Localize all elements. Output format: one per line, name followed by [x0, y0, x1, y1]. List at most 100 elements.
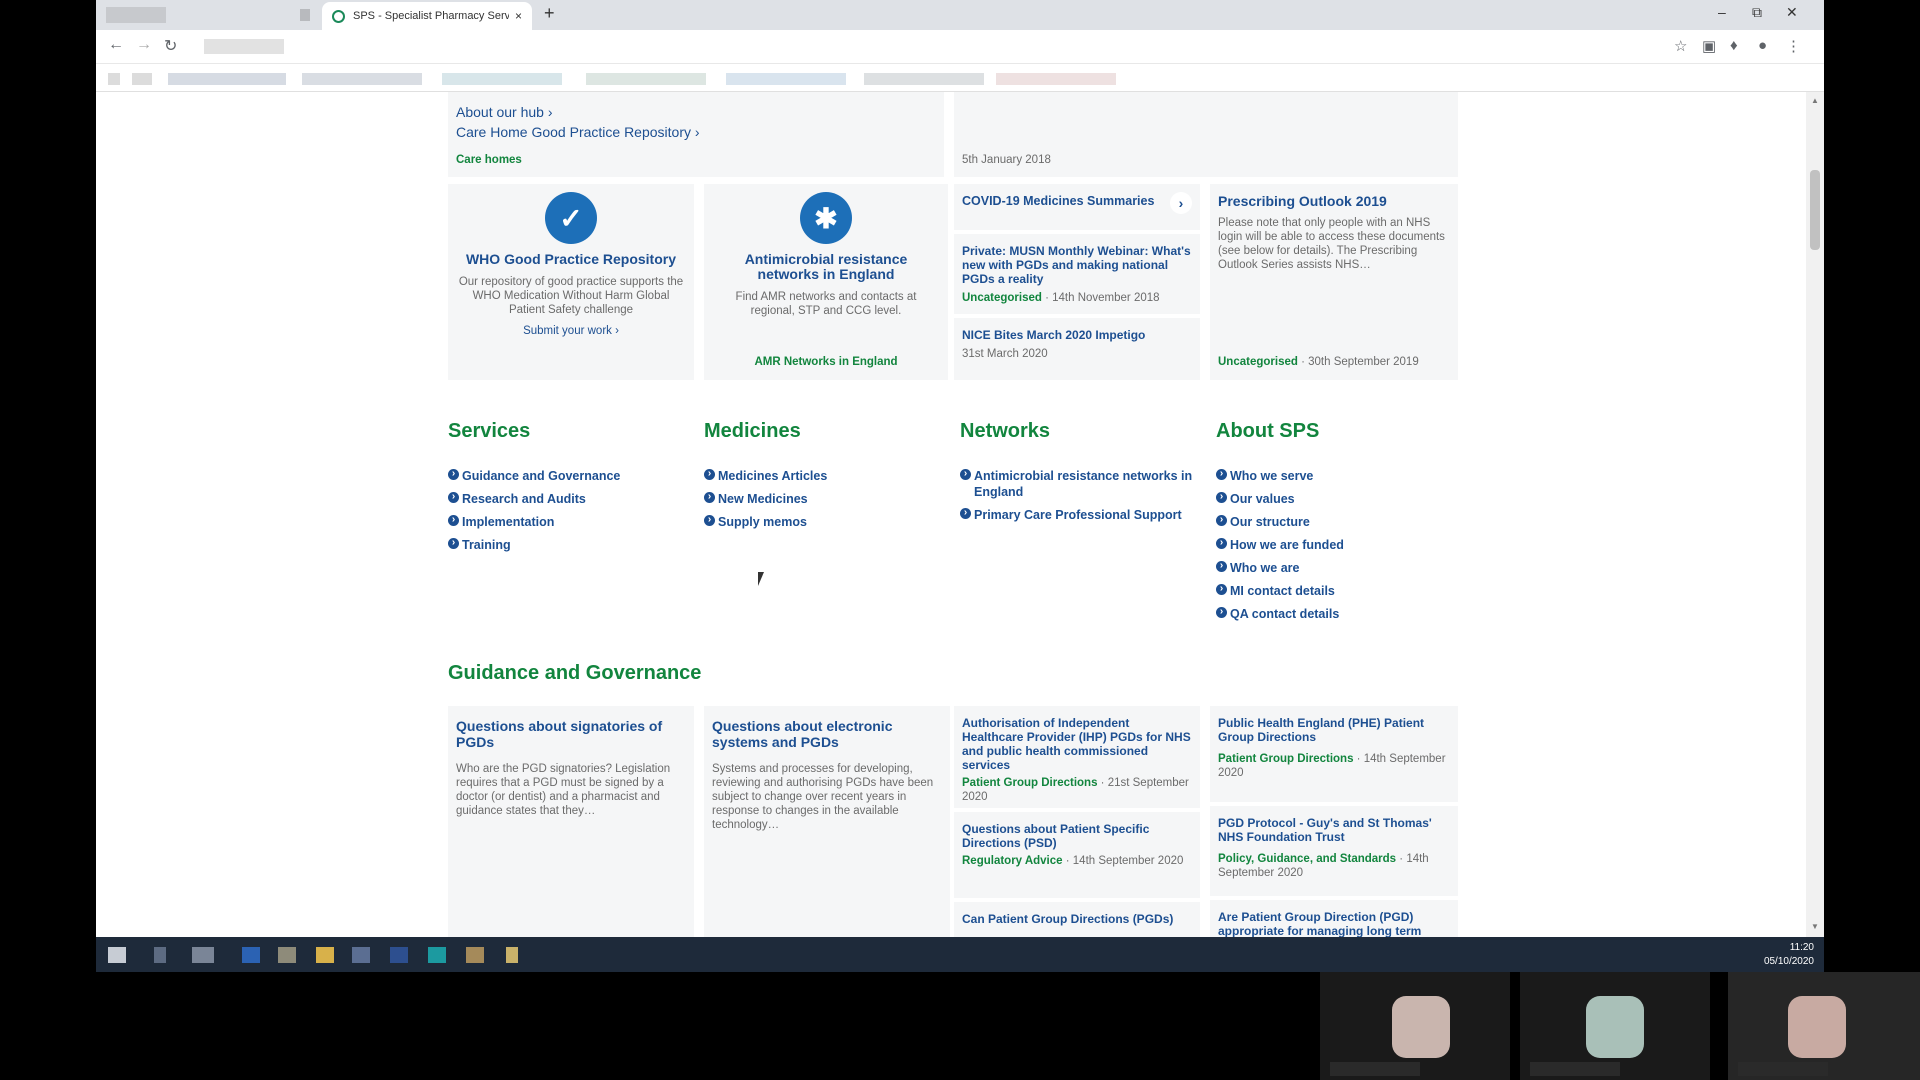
networks-link[interactable]: Antimicrobial resistance networks in Eng… — [960, 468, 1200, 500]
article-tag[interactable]: Policy, Guidance, and Standards — [1218, 853, 1396, 865]
close-window-icon[interactable]: ✕ — [1786, 4, 1798, 21]
guidance-article-card[interactable]: Public Health England (PHE) Patient Grou… — [1210, 706, 1458, 802]
services-link[interactable]: Guidance and Governance — [448, 468, 688, 484]
taskview-icon[interactable] — [192, 947, 214, 963]
address-bar[interactable] — [204, 39, 284, 54]
about-link[interactable]: Who we are — [1216, 560, 1456, 576]
care-home-repo-link[interactable]: Care Home Good Practice Repository › — [456, 124, 700, 140]
outlook-tag[interactable]: Uncategorised — [1218, 356, 1298, 368]
article-title[interactable]: Are Patient Group Direction (PGD) approp… — [1218, 910, 1450, 937]
amr-card-title[interactable]: Antimicrobial resistance networks in Eng… — [724, 252, 928, 282]
article-title[interactable]: Can Patient Group Directions (PGDs) — [962, 912, 1194, 926]
about-link[interactable]: Our structure — [1216, 514, 1456, 530]
system-clock[interactable]: 11:20 05/10/2020 — [1764, 941, 1814, 969]
video-participant-tile[interactable] — [1728, 972, 1920, 1080]
amr-networks-card[interactable]: ✱ Antimicrobial resistance networks in E… — [704, 184, 948, 380]
forward-icon[interactable]: → — [136, 36, 152, 54]
taskbar-app-icon[interactable] — [352, 947, 370, 963]
tab-inactive-close[interactable] — [300, 9, 310, 21]
medicines-link[interactable]: Supply memos — [704, 514, 944, 530]
profile-icon[interactable]: ● — [1758, 37, 1767, 54]
who-card-title[interactable]: WHO Good Practice Repository — [448, 252, 694, 267]
about-link[interactable]: MI contact details — [1216, 583, 1456, 599]
article-title[interactable]: Authorisation of Independent Healthcare … — [962, 716, 1194, 772]
guidance-article-card[interactable]: Can Patient Group Directions (PGDs) — [954, 902, 1200, 937]
scroll-down-icon[interactable]: ▼ — [1811, 922, 1819, 931]
guidance-article-card[interactable]: PGD Protocol - Guy's and St Thomas' NHS … — [1210, 806, 1458, 896]
bookmark-item[interactable] — [132, 73, 152, 85]
about-link[interactable]: Who we serve — [1216, 468, 1456, 484]
who-repository-card[interactable]: ✓ WHO Good Practice Repository Our repos… — [448, 184, 694, 380]
video-participant-tile[interactable] — [1520, 972, 1710, 1080]
musn-webinar-title[interactable]: Private: MUSN Monthly Webinar: What's ne… — [962, 244, 1192, 286]
medicines-link[interactable]: Medicines Articles — [704, 468, 944, 484]
guidance-article-card[interactable]: Questions about Patient Specific Directi… — [954, 812, 1200, 898]
tab-inactive[interactable] — [106, 7, 166, 23]
bookmark-item[interactable] — [442, 73, 562, 85]
start-icon[interactable] — [108, 947, 126, 963]
puzzle-icon[interactable]: ♦ — [1730, 37, 1738, 54]
tab-active[interactable]: SPS - Specialist Pharmacy Servic × — [322, 2, 532, 30]
bookmark-item[interactable] — [108, 73, 120, 85]
restore-icon[interactable]: ⧉ — [1752, 4, 1762, 21]
taskbar-app-icon[interactable] — [390, 947, 408, 963]
chevron-right-icon[interactable]: › — [1170, 192, 1192, 214]
taskbar-app-icon[interactable] — [428, 947, 446, 963]
taskbar-app-icon[interactable] — [242, 947, 260, 963]
close-tab-icon[interactable]: × — [515, 9, 522, 23]
extension-icon[interactable]: ▣ — [1702, 37, 1716, 55]
taskbar-app-icon[interactable] — [466, 947, 484, 963]
taskbar-app-icon[interactable] — [506, 947, 518, 963]
guidance-article-card[interactable]: Are Patient Group Direction (PGD) approp… — [1210, 900, 1458, 937]
guidance-card[interactable]: Questions about signatories of PGDs Who … — [448, 706, 694, 937]
bookmark-item[interactable] — [726, 73, 846, 85]
about-link[interactable]: How we are funded — [1216, 537, 1456, 553]
musn-tag[interactable]: Uncategorised — [962, 292, 1042, 304]
services-link[interactable]: Implementation — [448, 514, 688, 530]
menu-dots-icon[interactable]: ⋮ — [1786, 37, 1801, 55]
guidance-card-title[interactable]: Questions about electronic systems and P… — [712, 718, 942, 750]
article-tag[interactable]: Patient Group Directions — [962, 777, 1097, 789]
guidance-card[interactable]: Questions about electronic systems and P… — [704, 706, 950, 937]
care-homes-tag[interactable]: Care homes — [456, 154, 522, 166]
networks-link[interactable]: Primary Care Professional Support — [960, 507, 1200, 523]
article-title[interactable]: PGD Protocol - Guy's and St Thomas' NHS … — [1218, 816, 1450, 844]
bookmark-item[interactable] — [864, 73, 984, 85]
services-link[interactable]: Training — [448, 537, 688, 553]
bookmark-star-icon[interactable]: ☆ — [1674, 37, 1687, 55]
search-icon[interactable] — [154, 947, 166, 963]
about-link[interactable]: Our values — [1216, 491, 1456, 507]
services-link[interactable]: Research and Audits — [448, 491, 688, 507]
about-hub-link[interactable]: About our hub › — [456, 104, 553, 120]
bookmark-item[interactable] — [302, 73, 422, 85]
taskbar-app-icon[interactable] — [316, 947, 334, 963]
covid-summaries-link[interactable]: COVID-19 Medicines Summaries — [962, 194, 1154, 209]
bookmark-item[interactable] — [168, 73, 286, 85]
prescribing-outlook-title[interactable]: Prescribing Outlook 2019 — [1218, 194, 1387, 209]
medicines-link[interactable]: New Medicines — [704, 491, 944, 507]
minimize-icon[interactable]: – — [1718, 4, 1726, 20]
prescribing-outlook-card[interactable]: Prescribing Outlook 2019 Please note tha… — [1210, 184, 1458, 380]
guidance-article-card[interactable]: Authorisation of Independent Healthcare … — [954, 706, 1200, 808]
guidance-card-title[interactable]: Questions about signatories of PGDs — [456, 718, 686, 750]
page-scrollbar[interactable]: ▲ ▼ — [1806, 92, 1824, 937]
covid-summaries-card[interactable]: COVID-19 Medicines Summaries › — [954, 184, 1200, 230]
musn-webinar-card[interactable]: Private: MUSN Monthly Webinar: What's ne… — [954, 234, 1200, 314]
article-tag[interactable]: Regulatory Advice — [962, 855, 1063, 867]
nice-bites-title[interactable]: NICE Bites March 2020 Impetigo — [962, 328, 1145, 343]
video-participant-tile[interactable] — [1320, 972, 1510, 1080]
taskbar-app-icon[interactable] — [278, 947, 296, 963]
new-tab-button[interactable]: + — [544, 3, 555, 24]
submit-work-link[interactable]: Submit your work › — [448, 325, 694, 337]
nice-bites-card[interactable]: NICE Bites March 2020 Impetigo 31st Marc… — [954, 318, 1200, 380]
about-link[interactable]: QA contact details — [1216, 606, 1456, 622]
bookmark-item[interactable] — [586, 73, 706, 85]
article-title[interactable]: Questions about Patient Specific Directi… — [962, 822, 1194, 850]
article-tag[interactable]: Patient Group Directions — [1218, 753, 1353, 765]
scrollbar-thumb[interactable] — [1810, 170, 1820, 250]
scroll-up-icon[interactable]: ▲ — [1811, 96, 1819, 105]
bookmark-item[interactable] — [996, 73, 1116, 85]
article-title[interactable]: Public Health England (PHE) Patient Grou… — [1218, 716, 1450, 744]
amr-networks-link[interactable]: AMR Networks in England — [704, 356, 948, 368]
reload-icon[interactable]: ↻ — [164, 36, 177, 56]
